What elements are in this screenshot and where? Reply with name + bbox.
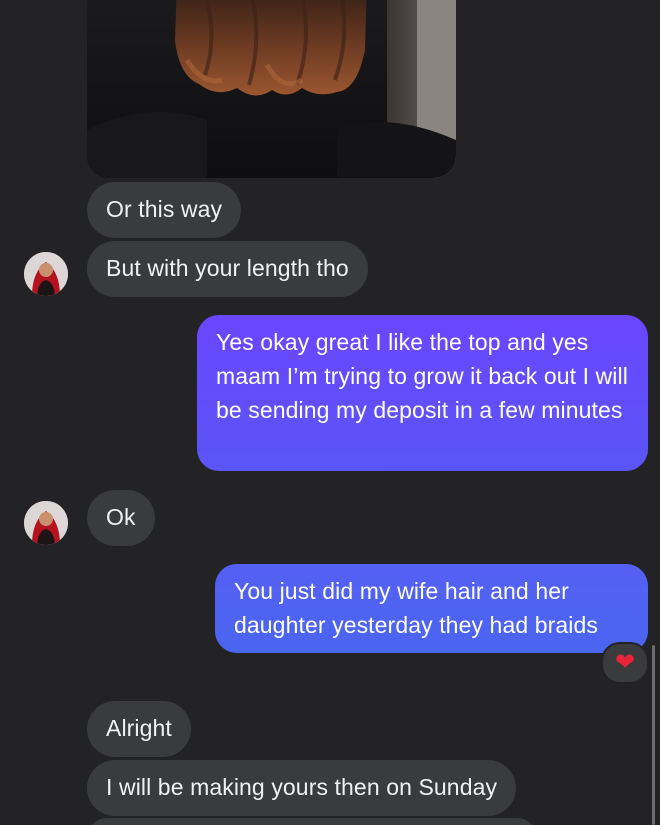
- message-sent-deposit[interactable]: Yes okay great I like the top and yes ma…: [197, 315, 648, 471]
- message-partial-bottom[interactable]: [87, 818, 537, 825]
- contact-avatar[interactable]: [24, 501, 68, 545]
- avatar-image: [24, 252, 68, 296]
- avatar-image: [24, 501, 68, 545]
- message-making-yours-sunday[interactable]: I will be making yours then on Sunday: [87, 760, 517, 816]
- message-ok[interactable]: Ok: [87, 490, 155, 546]
- hair-photo-message[interactable]: [87, 0, 456, 178]
- message-but-with-your-length[interactable]: But with your length tho: [87, 241, 368, 297]
- message-sent-wife-hair[interactable]: You just did my wife hair and her daught…: [215, 564, 648, 653]
- heart-reaction-icon[interactable]: ❤: [601, 642, 649, 684]
- message-or-this-way[interactable]: Or this way: [87, 182, 242, 238]
- scrollbar[interactable]: [652, 645, 655, 825]
- chat-screen: Or this way But with your length tho Yes…: [0, 0, 660, 825]
- hair-photo-image: [87, 0, 456, 178]
- message-alright[interactable]: Alright: [87, 701, 191, 757]
- contact-avatar[interactable]: [24, 252, 68, 296]
